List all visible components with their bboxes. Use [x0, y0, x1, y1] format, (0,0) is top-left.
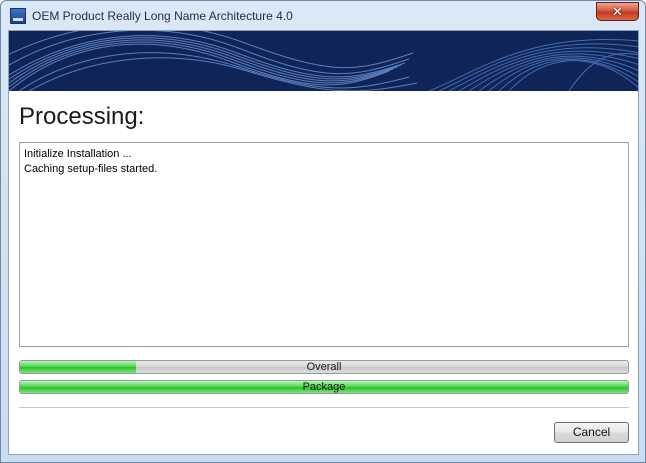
close-icon: ✕: [612, 4, 623, 19]
footer-divider: [19, 407, 629, 408]
page-title: Processing:: [19, 103, 145, 130]
package-progress-label: Package: [302, 381, 346, 393]
installer-window: OEM Product Really Long Name Architectur…: [0, 0, 646, 463]
banner-wave-graphic: [9, 31, 638, 91]
package-progress-bar: Package: [19, 380, 629, 394]
title-bar[interactable]: OEM Product Really Long Name Architectur…: [1, 1, 645, 31]
overall-progress-label: Overall: [306, 361, 342, 373]
close-button[interactable]: ✕: [596, 2, 639, 21]
header-banner: [9, 31, 638, 91]
window-title: OEM Product Really Long Name Architectur…: [32, 9, 293, 23]
log-line: Initialize Installation ...: [24, 148, 132, 160]
overall-progress-bar: Overall: [19, 360, 629, 374]
dialog-client-area: Processing: Initialize Installation ... …: [8, 30, 639, 455]
log-line: Caching setup-files started.: [24, 163, 158, 175]
cancel-button[interactable]: Cancel: [554, 422, 629, 443]
log-output-area[interactable]: Initialize Installation ... Caching setu…: [19, 142, 629, 347]
app-icon: [10, 8, 26, 24]
